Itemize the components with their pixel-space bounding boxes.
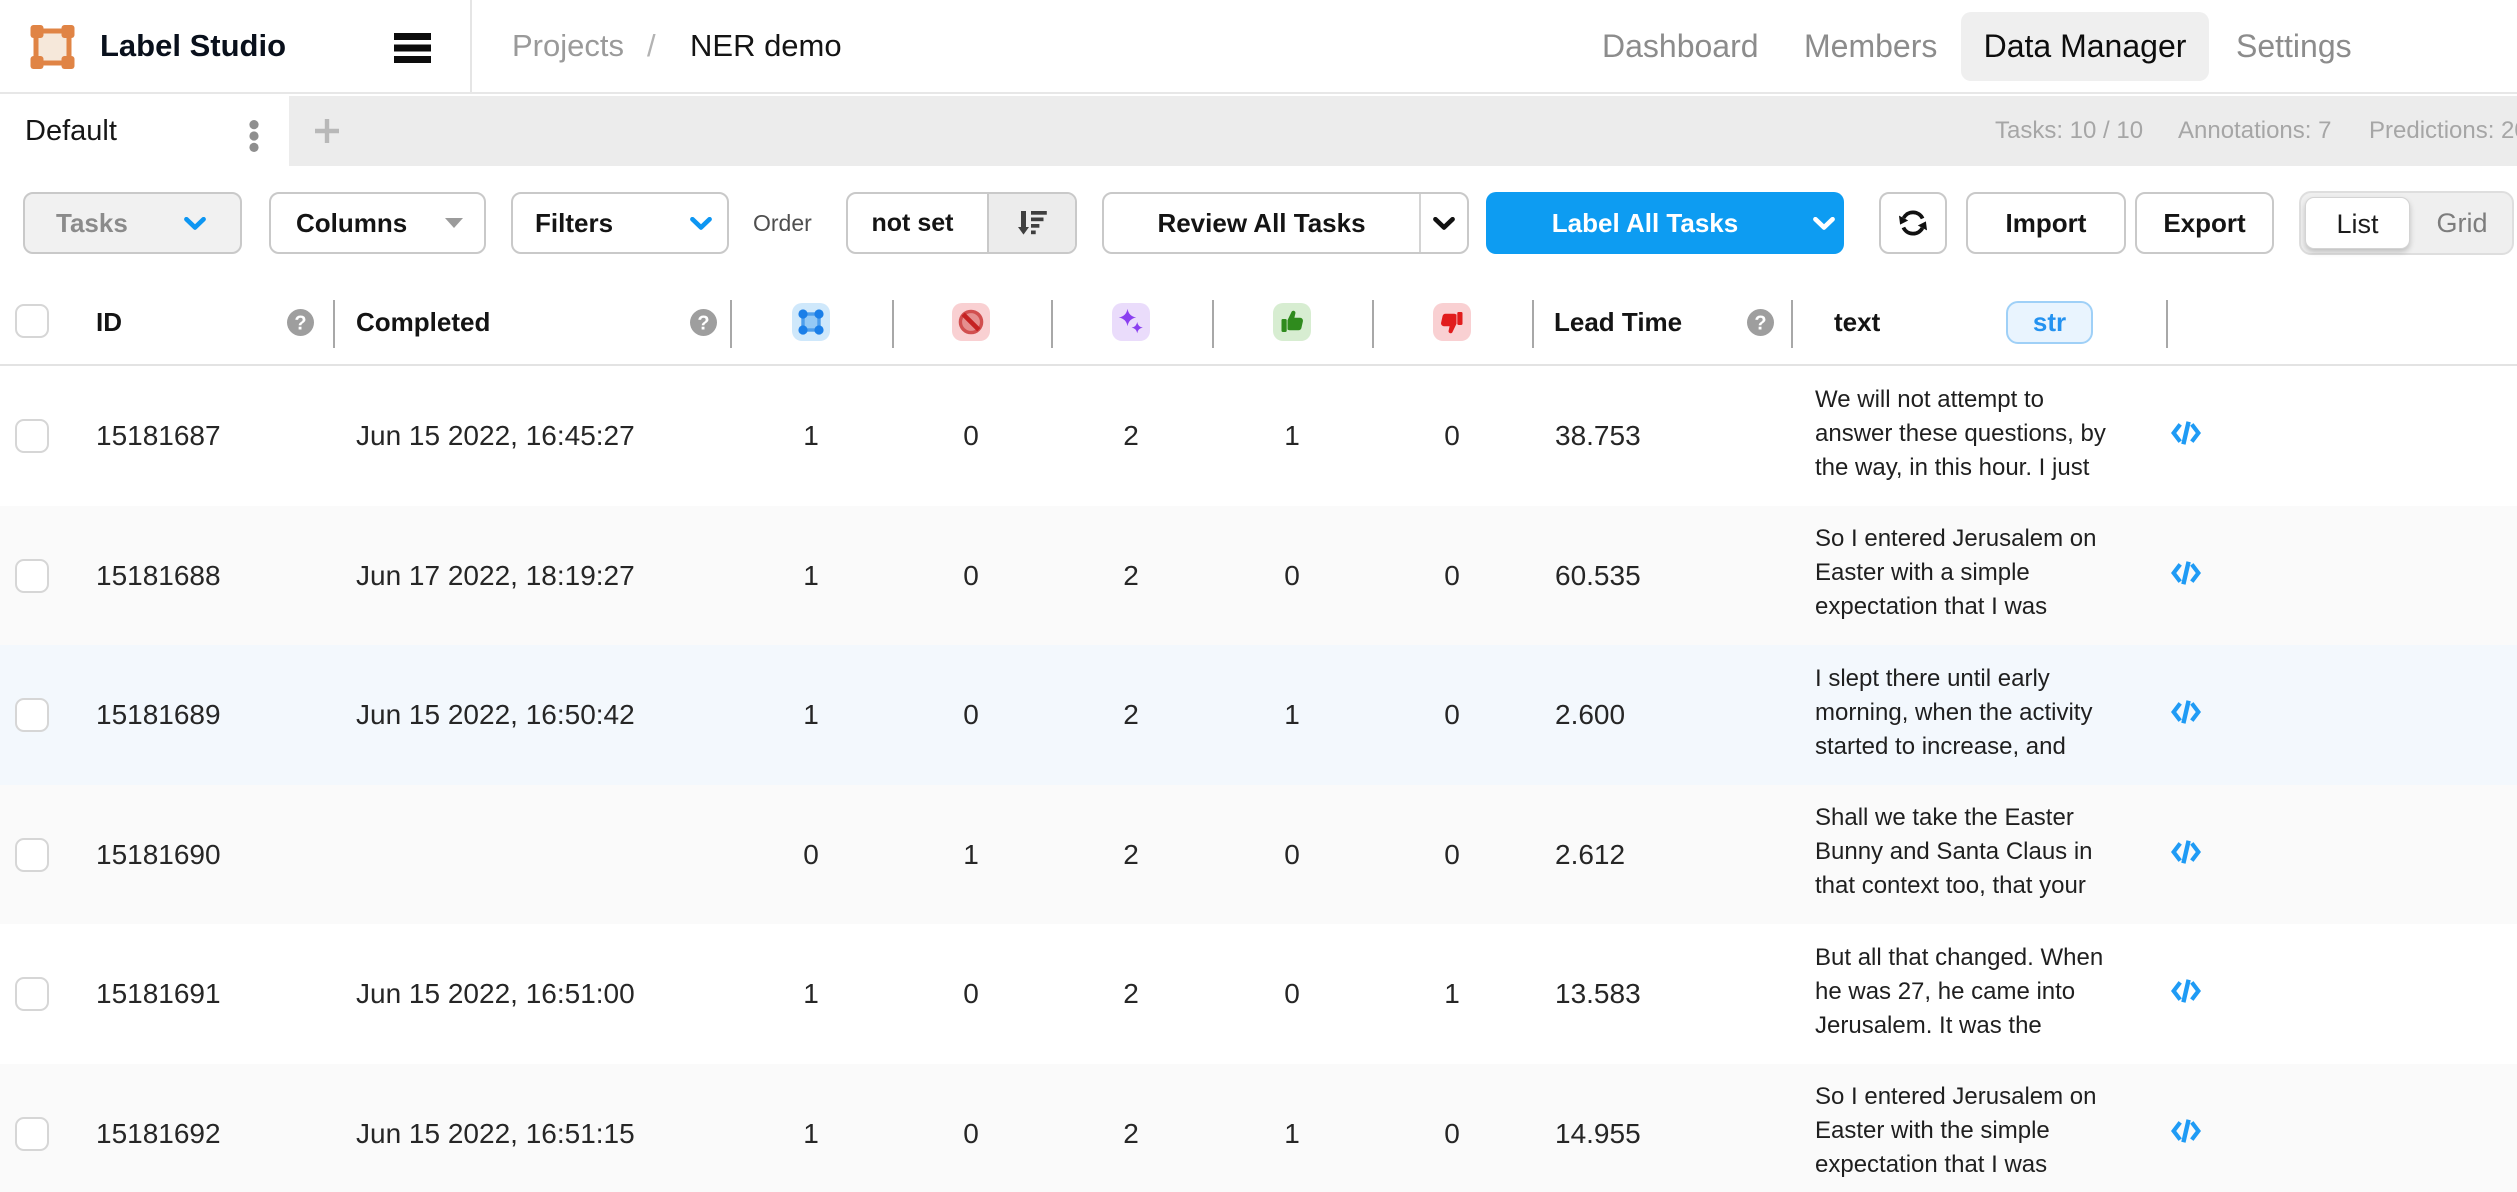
svg-text:?: ? bbox=[1754, 313, 1766, 335]
svg-text:?: ? bbox=[697, 313, 709, 335]
svg-text:?: ? bbox=[294, 313, 306, 335]
